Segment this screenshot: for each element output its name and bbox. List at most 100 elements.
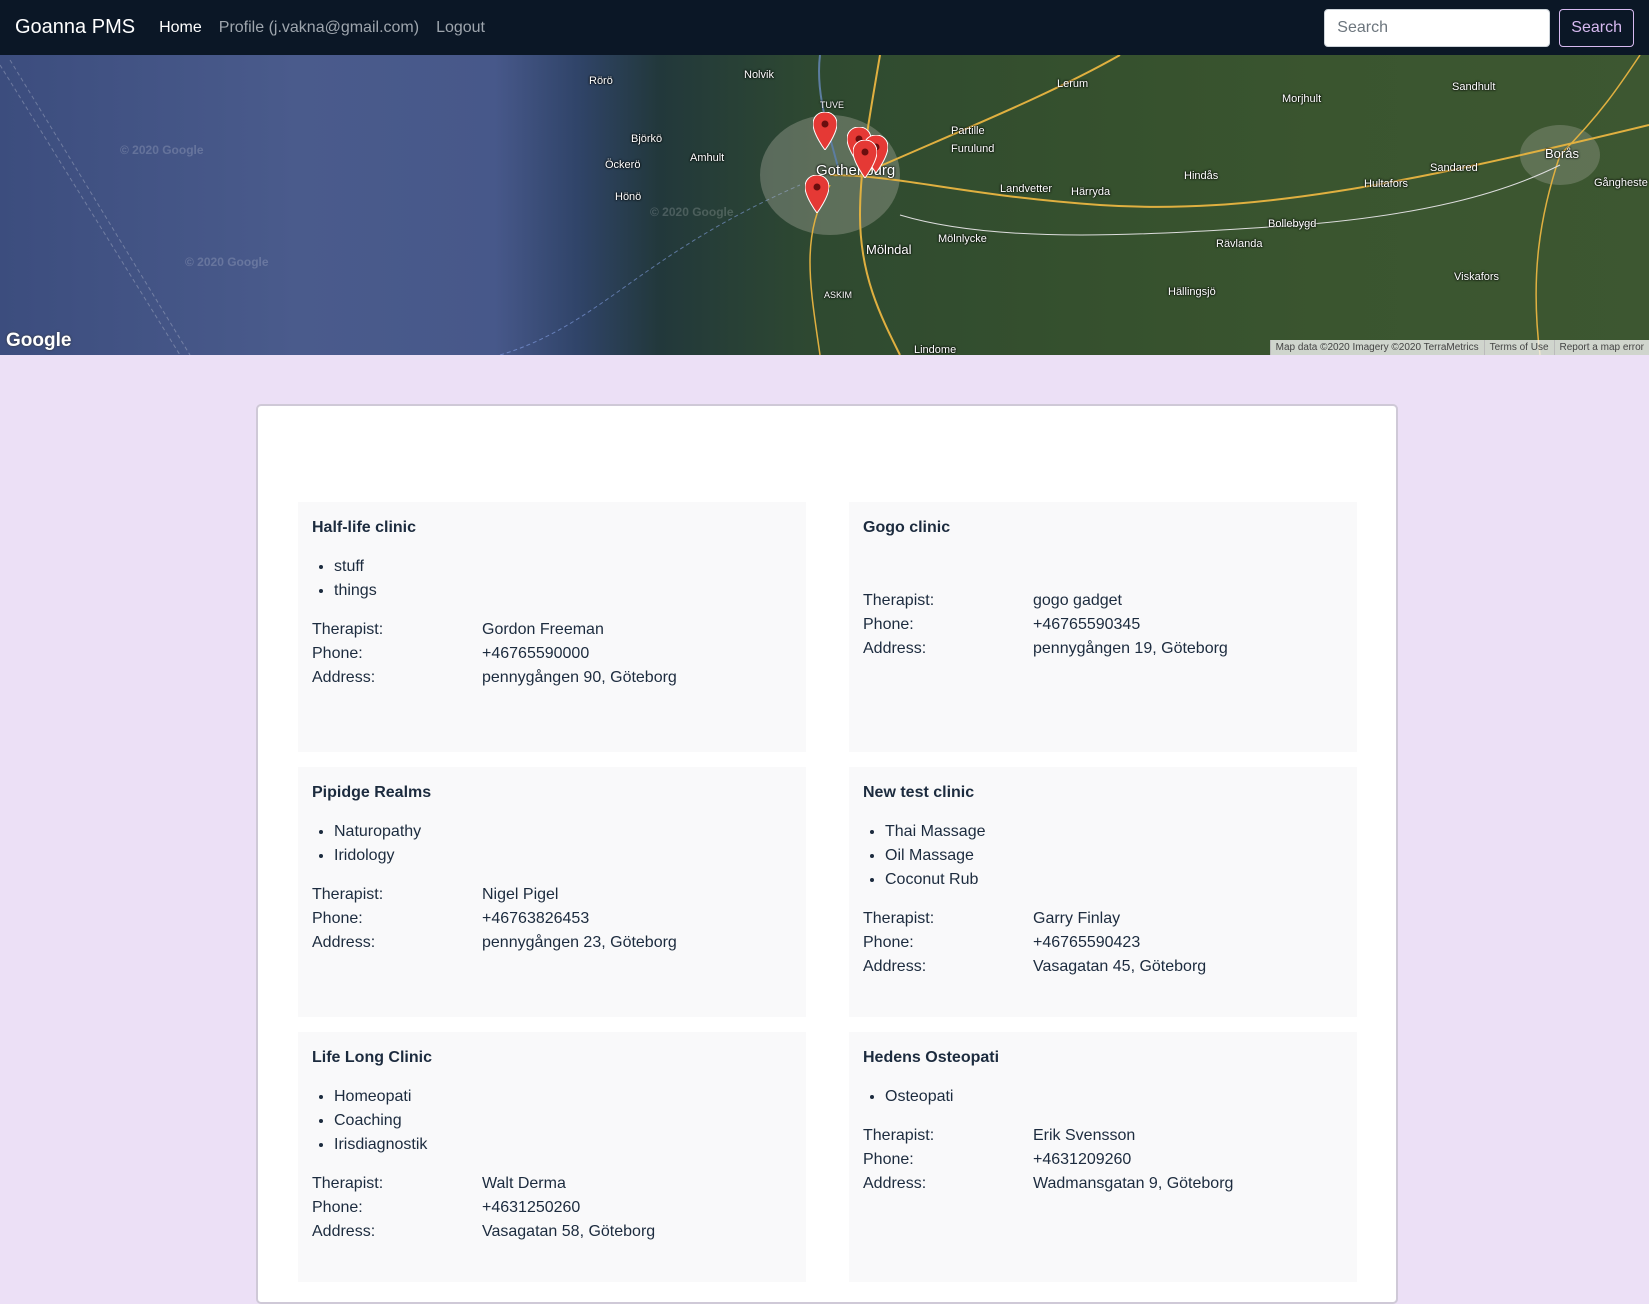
address-label: Address: [312, 1223, 376, 1240]
map-label: Sandhult [1452, 81, 1496, 93]
clinic-card[interactable]: Life Long Clinic Homeopati Coaching Iris… [298, 1032, 806, 1282]
address-label: Address: [863, 958, 927, 975]
map-marker-icon[interactable] [805, 175, 829, 213]
service-item: Oil Massage [885, 844, 1343, 868]
service-item: Coaching [334, 1109, 792, 1133]
therapist-label: Therapist: [863, 592, 935, 609]
clinic-name: Life Long Clinic [312, 1049, 432, 1066]
phone-value: +46765590345 [1033, 616, 1141, 633]
map-label: Landvetter [1000, 183, 1052, 195]
therapist-label: Therapist: [312, 1175, 384, 1192]
map-label: Borås [1545, 146, 1579, 161]
map-label: Viskafors [1454, 271, 1500, 283]
search-form: Search [1324, 8, 1634, 47]
map-label: Rörö [589, 75, 613, 87]
map-label: Partille [951, 125, 985, 137]
map-marker-icon[interactable] [813, 112, 837, 150]
map-label: Hindås [1184, 170, 1219, 182]
service-item: Thai Massage [885, 820, 1343, 844]
address-label: Address: [312, 934, 376, 951]
therapist-value: gogo gadget [1033, 592, 1122, 609]
search-button[interactable]: Search [1559, 8, 1634, 47]
google-logo: Google [6, 330, 72, 351]
map-label: TUVE [820, 100, 845, 110]
address-value: Vasagatan 45, Göteborg [1033, 958, 1207, 975]
map-label: ASKIM [824, 290, 853, 300]
therapist-label: Therapist: [863, 1127, 935, 1144]
map-label: Morjhult [1282, 93, 1322, 105]
clinic-info: Therapist: Walt Derma Phone: +4631250260 A… [312, 1172, 792, 1244]
therapist-value: Nigel Pigel [482, 886, 559, 903]
service-list: Naturopathy Iridology [312, 820, 792, 868]
phone-value: +4631250260 [482, 1199, 581, 1216]
map-terms-link[interactable]: Terms of Use [1483, 340, 1554, 355]
service-list: stuff things [312, 555, 792, 603]
clinic-name: Pipidge Realms [312, 784, 432, 801]
clinic-map[interactable]: © 2020 Google © 2020 Google © 2020 Googl… [0, 55, 1649, 355]
phone-label: Phone: [863, 934, 914, 951]
service-item: Naturopathy [334, 820, 792, 844]
brand-logo[interactable]: Goanna PMS [15, 16, 135, 39]
service-list [863, 555, 1343, 574]
map-label: Öckerö [605, 159, 641, 171]
therapist-value: Gordon Freeman [482, 621, 604, 638]
map-label: Härryda [1071, 186, 1111, 198]
clinic-list-card: Half-life clinic stuff things Therapist:… [256, 404, 1398, 1304]
map-label: Rävlanda [1216, 238, 1263, 250]
map-label: Amhult [690, 152, 725, 164]
map-watermark: © 2020 Google [185, 255, 269, 269]
service-list: Homeopati Coaching Irisdiagnostik [312, 1085, 792, 1157]
map-label: Bollebygd [1268, 218, 1317, 230]
phone-value: +46763826453 [482, 910, 590, 927]
service-item: Homeopati [334, 1085, 792, 1109]
therapist-label: Therapist: [863, 910, 935, 927]
therapist-value: Erik Svensson [1033, 1127, 1136, 1144]
service-item: stuff [334, 555, 792, 579]
map-report-link[interactable]: Report a map error [1553, 340, 1649, 355]
map-watermark: © 2020 Google [120, 143, 204, 157]
address-value: pennygången 19, Göteborg [1033, 640, 1228, 657]
map-label: Lerum [1057, 78, 1089, 90]
service-item: Iridology [334, 844, 792, 868]
service-item: things [334, 579, 792, 603]
service-list-empty [885, 555, 1343, 574]
clinic-info: Therapist: Erik Svensson Phone: +463120926… [863, 1124, 1343, 1196]
clinic-name: Gogo clinic [863, 519, 951, 536]
map-data-credit: Map data ©2020 Imagery ©2020 TerraMetric… [1269, 340, 1484, 355]
map-watermark: © 2020 Google [650, 205, 734, 219]
map-label: Björkö [631, 133, 663, 145]
clinic-card[interactable]: Hedens Osteopati Osteopati Therapist: Eri… [849, 1032, 1357, 1282]
therapist-value: Walt Derma [482, 1175, 566, 1192]
service-list: Thai Massage Oil Massage Coconut Rub [863, 820, 1343, 892]
nav-profile-link[interactable]: Profile (j.vakna@gmail.com) [219, 19, 419, 37]
phone-value: +46765590000 [482, 645, 590, 662]
clinic-card[interactable]: Gogo clinic Therapist: gogo gadget Phone:… [849, 502, 1357, 752]
clinic-card[interactable]: New test clinic Thai Massage Oil Massage… [849, 767, 1357, 1017]
map-marker-icon[interactable] [853, 140, 877, 178]
address-label: Address: [312, 669, 376, 686]
service-item: Coconut Rub [885, 868, 1343, 892]
clinic-name: Half-life clinic [312, 519, 417, 536]
service-item: Osteopati [885, 1085, 1343, 1109]
address-label: Address: [863, 640, 927, 657]
map-label: Hällingsjö [1168, 286, 1216, 298]
navbar: Goanna PMS Home Profile (j.vakna@gmail.c… [0, 0, 1649, 55]
phone-value: +4631209260 [1033, 1151, 1132, 1168]
map-label: Hultafors [1364, 178, 1409, 190]
map-attribution: Map data ©2020 Imagery ©2020 TerraMetric… [1269, 340, 1649, 355]
nav-home-link[interactable]: Home [159, 19, 202, 37]
map-label: Nolvik [744, 69, 774, 81]
clinic-info: Therapist: gogo gadget Phone: +46765590345… [863, 589, 1343, 661]
clinic-info: Therapist: Gordon Freeman Phone: +46765590… [312, 618, 792, 690]
map-label: Lindome [914, 344, 957, 355]
clinic-card[interactable]: Pipidge Realms Naturopathy Iridology The… [298, 767, 806, 1017]
address-value: Wadmansgatan 9, Göteborg [1033, 1175, 1234, 1192]
search-input[interactable] [1324, 8, 1551, 47]
clinic-info: Therapist: Nigel Pigel Phone: +46763826453… [312, 883, 792, 955]
service-list: Osteopati [863, 1085, 1343, 1109]
map-label: Gångheste [1594, 177, 1648, 189]
nav-logout-link[interactable]: Logout [436, 19, 485, 37]
clinic-card[interactable]: Half-life clinic stuff things Therapist:… [298, 502, 806, 752]
map-label: Mölndal [866, 242, 912, 257]
therapist-value: Garry Finlay [1033, 910, 1121, 927]
